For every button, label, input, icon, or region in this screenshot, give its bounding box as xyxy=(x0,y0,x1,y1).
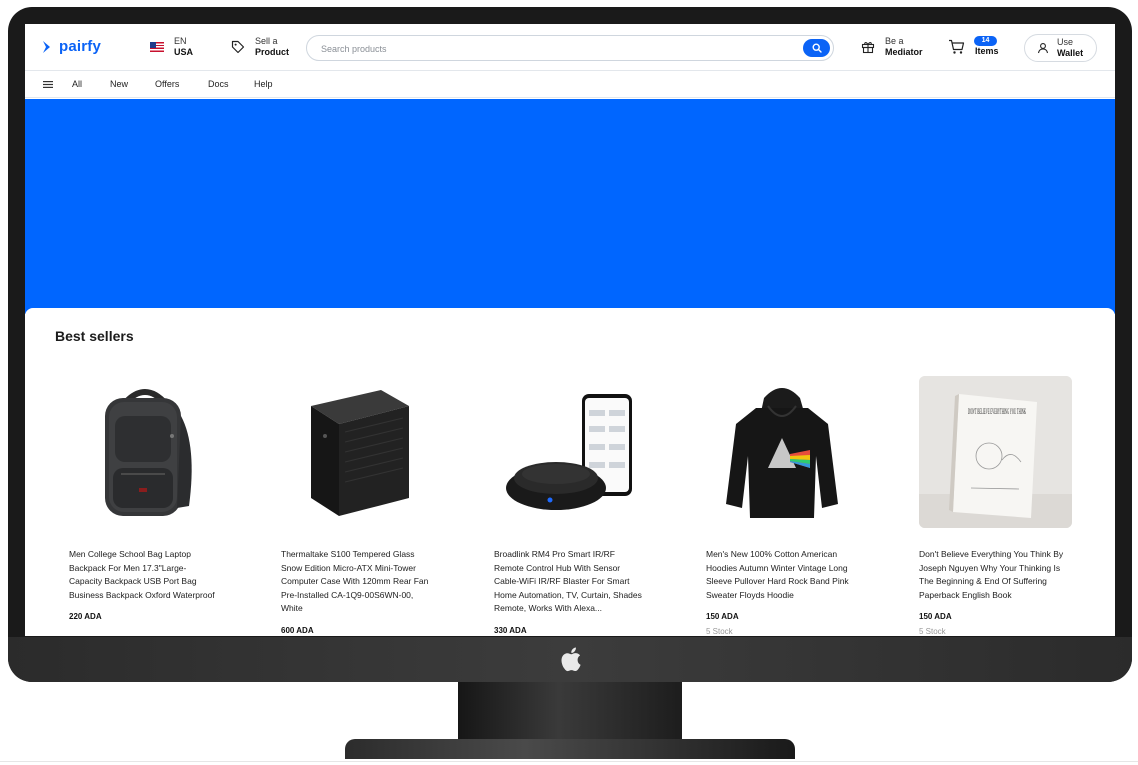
sell-product-button[interactable]: Sell a Product xyxy=(231,36,289,58)
product-name[interactable]: Don't Believe Everything You Think By Jo… xyxy=(919,548,1069,602)
gift-icon xyxy=(861,42,875,54)
cart-button[interactable]: 14 Items xyxy=(948,36,999,57)
cart-icon xyxy=(949,39,965,54)
chevron-right-icon xyxy=(43,40,50,53)
wallet-line2: Wallet xyxy=(1057,48,1084,58)
product-image-remote-hub[interactable] xyxy=(494,376,647,528)
product-price: 150 ADA xyxy=(919,612,952,622)
cart-label: Items xyxy=(975,46,999,56)
hoodie-image xyxy=(726,388,838,518)
sell-line2: Product xyxy=(255,47,290,57)
screen: pairfy EN USA Sell a Product Search prod… xyxy=(25,24,1115,636)
monitor-chin xyxy=(8,637,1132,682)
product-price: 600 ADA xyxy=(281,625,314,635)
product-name[interactable]: Men College School Bag Laptop Backpack F… xyxy=(69,548,219,602)
mediator-line2: Mediator xyxy=(885,47,923,57)
hero-banner[interactable] xyxy=(25,99,1115,314)
product-image-hoodie[interactable] xyxy=(706,376,859,528)
nav-item-docs[interactable]: Docs xyxy=(208,79,229,89)
search-button[interactable] xyxy=(803,39,830,57)
book-image: DON'T BELIEVE EVERYTHING YOU THINK xyxy=(919,376,1072,528)
product-card[interactable]: Men College School Bag Laptop Backpack F… xyxy=(69,376,222,621)
product-name[interactable]: Thermaltake S100 Tempered Glass Snow Edi… xyxy=(281,548,431,616)
wallet-line1: Use xyxy=(1057,37,1074,47)
category-nav: All New Offers Docs Help xyxy=(25,71,1115,98)
best-sellers-section: Best sellers Men College School Bag Lapt… xyxy=(25,308,1115,636)
product-name[interactable]: Men's New 100% Cotton American Hoodies A… xyxy=(706,548,856,602)
product-price: 150 ADA xyxy=(706,612,739,622)
mediator-button[interactable]: Be a Mediator xyxy=(861,36,923,58)
wallet-button[interactable]: Use Wallet xyxy=(1024,34,1097,62)
monitor-stand-base xyxy=(345,739,795,759)
product-price: 220 ADA xyxy=(69,612,102,622)
logo[interactable]: pairfy xyxy=(41,38,101,55)
product-price: 330 ADA xyxy=(494,625,527,635)
product-stock: 5 Stock xyxy=(706,627,733,636)
user-icon xyxy=(1037,43,1049,54)
pc-case-image xyxy=(311,390,409,516)
section-title: Best sellers xyxy=(55,328,134,344)
search-icon xyxy=(811,43,822,53)
product-card[interactable]: Broadlink RM4 Pro Smart IR/RF Remote Con… xyxy=(494,376,647,635)
nav-item-offers[interactable]: Offers xyxy=(155,79,179,89)
tag-icon xyxy=(231,40,245,54)
product-card[interactable]: Thermaltake S100 Tempered Glass Snow Edi… xyxy=(281,376,434,635)
sell-line1: Sell a xyxy=(255,36,278,46)
apple-logo-icon xyxy=(561,647,581,672)
product-image-pc-case[interactable] xyxy=(281,376,434,528)
header: pairfy EN USA Sell a Product Search prod… xyxy=(25,24,1115,71)
product-image-book[interactable]: DON'T BELIEVE EVERYTHING YOU THINK xyxy=(919,376,1072,528)
floor-line xyxy=(0,761,1138,762)
monitor-stand-neck xyxy=(458,682,682,740)
language-region: USA xyxy=(174,47,194,57)
product-name[interactable]: Broadlink RM4 Pro Smart IR/RF Remote Con… xyxy=(494,548,644,616)
product-card[interactable]: Men's New 100% Cotton American Hoodies A… xyxy=(706,376,859,636)
nav-item-help[interactable]: Help xyxy=(254,79,273,89)
mediator-line1: Be a xyxy=(885,36,904,46)
product-card[interactable]: DON'T BELIEVE EVERYTHING YOU THINK Don't… xyxy=(919,376,1072,636)
us-flag-icon xyxy=(150,42,164,52)
search-bar xyxy=(306,35,834,61)
product-stock: 5 Stock xyxy=(919,627,946,636)
hamburger-menu-icon[interactable] xyxy=(43,81,53,88)
backpack-image xyxy=(105,389,192,516)
logo-text: pairfy xyxy=(59,38,102,55)
search-input[interactable] xyxy=(321,41,791,56)
language-selector[interactable]: EN USA xyxy=(150,36,193,58)
nav-item-new[interactable]: New xyxy=(110,79,128,89)
nav-item-all[interactable]: All xyxy=(72,79,82,89)
book-cover-title: DON'T BELIEVE EVERYTHING YOU THINK xyxy=(968,407,1026,416)
remote-hub-image xyxy=(506,394,632,510)
cart-count-badge: 14 xyxy=(974,36,997,46)
language-code: EN xyxy=(174,36,187,46)
product-image-backpack[interactable] xyxy=(69,376,222,528)
